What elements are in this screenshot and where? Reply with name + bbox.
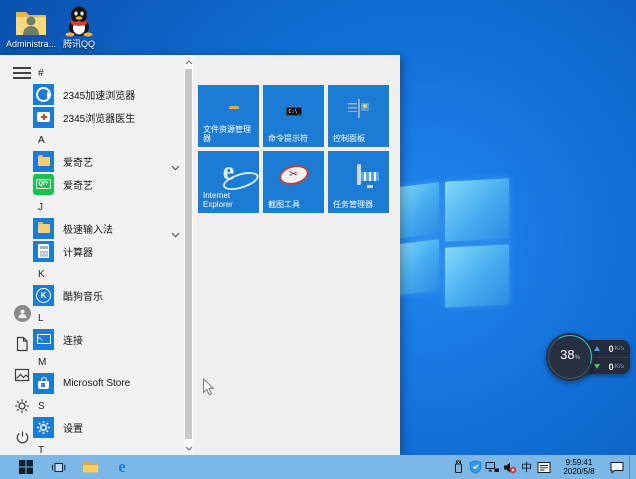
app-item-settings[interactable]: 设置	[28, 416, 180, 438]
download-arrow-icon	[594, 364, 600, 369]
app-list: # 2345加速浏览器 2345浏览器医生 A 爱奇艺 QIY 爱奇艺 J 极速…	[28, 55, 180, 464]
tile-snipping-tool[interactable]: ✂ 截图工具	[263, 151, 324, 213]
logo-pane	[445, 178, 509, 242]
edge-button[interactable]: e	[106, 455, 138, 479]
section-header[interactable]: M	[28, 356, 180, 370]
app-section-m: M Microsoft Store	[28, 356, 180, 394]
app-item-iqiyi-folder[interactable]: 爱奇艺	[28, 150, 180, 172]
upload-arrow-icon	[594, 346, 600, 351]
section-header[interactable]: A	[28, 134, 180, 148]
logo-pane	[445, 244, 509, 308]
taskbar: e 中 9:59:41 2020/5/8	[0, 455, 636, 479]
kugou-music-icon: K	[33, 284, 54, 306]
app-section-s: S 设置	[28, 400, 180, 438]
app-item-connect[interactable]: 连接	[28, 328, 180, 350]
snipping-tool-icon: ✂	[276, 162, 311, 188]
desktop-icon-qq[interactable]: 腾讯QQ	[52, 5, 106, 49]
task-view-button[interactable]	[42, 455, 74, 479]
desktop: Administra... 腾讯QQ # 2345加速浏览器 2345浏览器医生…	[0, 0, 636, 479]
section-header[interactable]: J	[28, 201, 180, 215]
scroll-down-icon[interactable]	[184, 442, 193, 454]
tile-command-prompt[interactable]: C:\_ 命令提示符	[263, 85, 324, 147]
section-header[interactable]: K	[28, 268, 180, 282]
system-tray: 中 9:59:41 2020/5/8	[451, 455, 636, 479]
ime-language-indicator[interactable]: 中	[519, 455, 534, 479]
start-menu: # 2345加速浏览器 2345浏览器医生 A 爱奇艺 QIY 爱奇艺 J 极速…	[0, 55, 400, 456]
action-center-button[interactable]	[607, 455, 627, 479]
tile-panel: 文件资源管理器 C:\_ 命令提示符 控制面板 e Internet Explo…	[196, 55, 400, 455]
section-header[interactable]: #	[28, 67, 180, 81]
clock-time: 9:59:41	[565, 457, 593, 467]
tile-task-manager[interactable]: 任务管理器	[328, 151, 389, 213]
tile-grid: 文件资源管理器 C:\_ 命令提示符 控制面板 e Internet Explo…	[198, 85, 389, 213]
app-item-jisu-ime-folder[interactable]: 极速输入法	[28, 217, 180, 239]
qq-penguin-icon	[52, 5, 106, 37]
gauge-percent: 38	[560, 347, 575, 362]
control-panel-icon	[347, 99, 369, 118]
2345-doctor-icon	[33, 106, 54, 128]
app-section-l: L 连接	[28, 312, 180, 350]
usb-tray-icon[interactable]	[451, 455, 466, 479]
edge-icon: e	[118, 457, 126, 476]
clock-date: 2020/5/8	[563, 467, 595, 476]
app-item-microsoft-store[interactable]: Microsoft Store	[28, 372, 180, 394]
desktop-icon-administrator[interactable]: Administra...	[4, 5, 58, 49]
section-header[interactable]: S	[28, 400, 180, 414]
app-list-scrollbar[interactable]	[184, 55, 193, 455]
app-item-calculator[interactable]: 计算器	[28, 240, 180, 262]
settings-gear-icon	[33, 416, 54, 438]
security-shield-tray-icon[interactable]	[468, 455, 483, 479]
app-item-kugou[interactable]: K 酷狗音乐	[28, 284, 180, 306]
network-tray-icon[interactable]	[485, 455, 500, 479]
app-section-hash: # 2345加速浏览器 2345浏览器医生	[28, 67, 180, 128]
upload-unit: K/s	[614, 345, 624, 352]
user-folder-icon	[4, 5, 58, 37]
document-icon	[16, 336, 28, 352]
show-desktop-button[interactable]	[629, 455, 634, 479]
section-header[interactable]: L	[28, 312, 180, 326]
download-unit: K/s	[614, 363, 624, 370]
clock[interactable]: 9:59:41 2020/5/8	[556, 458, 602, 477]
store-icon	[33, 372, 54, 394]
connect-icon	[33, 328, 54, 350]
command-prompt-icon: C:\_	[285, 100, 302, 118]
app-item-2345-doctor[interactable]: 2345浏览器医生	[28, 106, 180, 128]
tile-file-explorer[interactable]: 文件资源管理器	[198, 85, 259, 147]
2345-browser-icon	[33, 83, 54, 105]
upload-value: 0	[608, 343, 614, 354]
scrollbar-thumb[interactable]	[185, 69, 192, 439]
start-button[interactable]	[10, 455, 42, 479]
app-item-2345-browser[interactable]: 2345加速浏览器	[28, 83, 180, 105]
iqiyi-icon: QIY	[33, 173, 54, 195]
app-item-iqiyi[interactable]: QIY 爱奇艺	[28, 173, 180, 195]
action-center-icon	[610, 462, 624, 474]
download-value: 0	[608, 361, 614, 372]
task-manager-icon	[356, 164, 361, 185]
app-section-k: K K 酷狗音乐	[28, 268, 180, 306]
app-folder-icon	[33, 217, 54, 239]
app-section-a: A 爱奇艺 QIY 爱奇艺	[28, 134, 180, 195]
desktop-icon-label: 腾讯QQ	[62, 39, 95, 49]
windows-logo-icon	[19, 460, 33, 474]
net-speed-widget[interactable]: 0 K/s 0 K/s 38 %	[546, 333, 632, 381]
calculator-icon	[33, 240, 54, 262]
ime-candidate-icon[interactable]	[536, 455, 551, 479]
folder-icon	[82, 461, 98, 473]
scroll-up-icon[interactable]	[184, 56, 193, 68]
tile-control-panel[interactable]: 控制面板	[328, 85, 389, 147]
file-explorer-button[interactable]	[74, 455, 106, 479]
memory-gauge[interactable]: 38 %	[546, 333, 594, 381]
wallpaper-windows-logo	[393, 176, 513, 308]
desktop-icon-label: Administra...	[5, 39, 56, 49]
app-folder-icon	[33, 150, 54, 172]
task-view-icon	[51, 462, 65, 472]
volume-muted-tray-icon[interactable]	[502, 455, 517, 479]
app-section-j: J 极速输入法 计算器	[28, 201, 180, 262]
tile-internet-explorer[interactable]: e Internet Explorer	[198, 151, 261, 213]
internet-explorer-icon: e	[220, 158, 261, 194]
